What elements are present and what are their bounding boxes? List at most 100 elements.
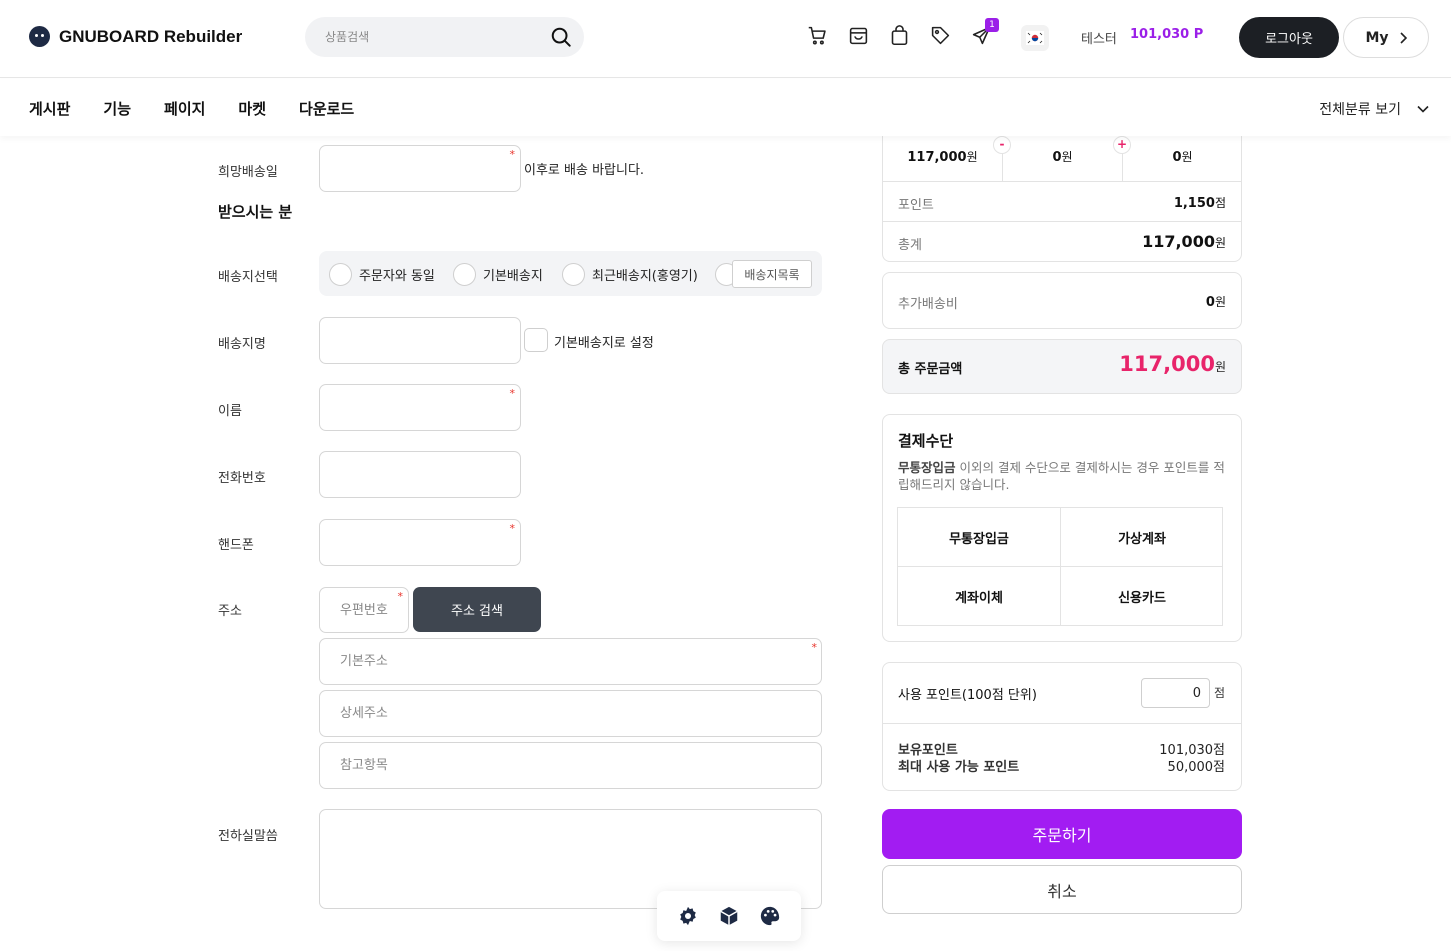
- my-button[interactable]: My: [1343, 17, 1429, 58]
- summary-col-discount: 0원: [1003, 136, 1122, 181]
- box-icon[interactable]: [847, 24, 870, 47]
- mobile-input[interactable]: [320, 520, 520, 565]
- address-label: 주소: [218, 604, 242, 619]
- order-total-label: 총 주문금액: [898, 362, 963, 377]
- won-unit: 원: [1061, 150, 1073, 164]
- extra-shipping-label: 추가배송비: [898, 297, 958, 312]
- won-unit: 원: [1181, 150, 1193, 164]
- summary-price-value: 117,000: [907, 150, 967, 165]
- payment-bank-deposit[interactable]: 무통장입금: [898, 508, 1060, 567]
- delivery-date-label: 희망배송일: [218, 165, 278, 180]
- plus-icon: +: [1113, 136, 1131, 154]
- nav-item-features[interactable]: 기능: [103, 98, 131, 119]
- radio-recent-address[interactable]: 최근배송지(홍영기): [562, 263, 698, 286]
- palette-icon[interactable]: [759, 905, 781, 927]
- logo[interactable]: GNUBOARD Rebuilder: [29, 26, 242, 47]
- main-nav: 게시판 기능 페이지 마켓 다운로드 전체분류 보기: [0, 79, 1451, 136]
- phone-field[interactable]: [319, 451, 521, 498]
- order-total-card: 총 주문금액 117,000원: [882, 339, 1242, 394]
- required-mark: *: [509, 387, 516, 400]
- logout-button[interactable]: 로그아웃: [1239, 17, 1339, 58]
- flag-icon[interactable]: [1021, 25, 1049, 51]
- name-field[interactable]: *: [319, 384, 521, 431]
- address-list-button[interactable]: 배송지목록: [732, 260, 812, 288]
- payment-credit-card[interactable]: 신용카드: [1061, 567, 1223, 626]
- nav-item-board[interactable]: 게시판: [29, 98, 70, 119]
- points-label: 포인트: [898, 198, 934, 213]
- tag-icon[interactable]: [929, 24, 952, 47]
- zip-input[interactable]: [320, 588, 408, 632]
- order-total-value: 117,000: [1119, 352, 1215, 376]
- phone-label: 전화번호: [218, 471, 266, 486]
- all-categories-label: 전체분류 보기: [1319, 102, 1401, 118]
- address-detail-field[interactable]: [319, 690, 822, 737]
- chevron-down-icon: [1417, 105, 1429, 113]
- radio-same-as-orderer[interactable]: 주문자와 동일: [329, 263, 435, 286]
- cube-icon[interactable]: [718, 905, 740, 927]
- total-value: 117,000: [1142, 232, 1215, 251]
- address-search-button[interactable]: 주소 검색: [413, 587, 541, 632]
- summary-col-shipping: 0원: [1123, 136, 1242, 181]
- site-header: GNUBOARD Rebuilder 1 테스터 101,030 P 로그아웃 …: [0, 0, 1451, 78]
- cart-icon[interactable]: [806, 24, 829, 47]
- delivery-date-input[interactable]: [320, 146, 520, 191]
- max-points-value: 50,000점: [1167, 760, 1225, 775]
- phone-input[interactable]: [320, 452, 520, 497]
- required-mark: *: [811, 641, 818, 654]
- notification-badge: 1: [985, 18, 999, 32]
- gear-icon[interactable]: [677, 905, 699, 927]
- use-points-unit: 점: [1214, 686, 1226, 700]
- nav-item-download[interactable]: 다운로드: [299, 98, 354, 119]
- floating-toolbar: [657, 891, 801, 941]
- shopping-bag-icon[interactable]: [888, 24, 911, 47]
- use-points-input[interactable]: [1141, 678, 1210, 708]
- order-button[interactable]: 주문하기: [882, 809, 1242, 859]
- logo-text: GNUBOARD Rebuilder: [59, 26, 243, 46]
- address-basic-field[interactable]: *: [319, 638, 822, 685]
- nav-item-market[interactable]: 마켓: [238, 98, 266, 119]
- divider: [898, 566, 1222, 567]
- chevron-right-icon: [1399, 31, 1407, 44]
- payment-account-transfer[interactable]: 계좌이체: [898, 567, 1060, 626]
- radio-default-address[interactable]: 기본배송지: [453, 263, 543, 286]
- max-points-label: 최대 사용 가능 포인트: [898, 760, 1020, 775]
- radio-circle[interactable]: [453, 263, 476, 286]
- send-icon[interactable]: 1: [970, 18, 999, 47]
- payment-virtual-account[interactable]: 가상계좌: [1061, 508, 1223, 567]
- address-name-input[interactable]: [320, 318, 520, 363]
- korea-flag-icon: [1026, 31, 1044, 45]
- minus-icon: -: [993, 136, 1011, 154]
- payment-title: 결제수단: [898, 432, 954, 450]
- radio-label: 기본배송지: [483, 269, 543, 284]
- search-icon[interactable]: [550, 26, 572, 48]
- address-ref-field[interactable]: [319, 742, 822, 789]
- address-detail-input[interactable]: [320, 691, 821, 736]
- cancel-button[interactable]: 취소: [882, 865, 1242, 914]
- address-select-label: 배송지선택: [218, 270, 278, 285]
- address-name-label: 배송지명: [218, 337, 266, 352]
- price-summary-top: 117,000 원 0원 0원 - +: [882, 136, 1242, 181]
- address-basic-input[interactable]: [320, 639, 821, 684]
- radio-circle[interactable]: [329, 263, 352, 286]
- extra-shipping-card: 추가배송비 0원: [882, 272, 1242, 329]
- points-row: 포인트 1,150점: [882, 181, 1242, 221]
- nav-items: 게시판 기능 페이지 마켓 다운로드: [29, 98, 354, 119]
- search-input[interactable]: [305, 17, 525, 57]
- extra-shipping-value: 0: [1205, 295, 1215, 310]
- address-name-field[interactable]: [319, 317, 521, 364]
- radio-circle[interactable]: [562, 263, 585, 286]
- name-input[interactable]: [320, 385, 520, 430]
- mobile-field[interactable]: *: [319, 519, 521, 566]
- address-ref-input[interactable]: [320, 743, 821, 788]
- nav-item-pages[interactable]: 페이지: [164, 98, 205, 119]
- default-address-checkbox[interactable]: [524, 328, 548, 352]
- all-categories-toggle[interactable]: 전체분류 보기: [1319, 99, 1429, 119]
- total-label: 총계: [898, 238, 922, 253]
- payment-method-grid: 무통장입금 가상계좌 계좌이체 신용카드: [897, 507, 1223, 626]
- zip-field[interactable]: *: [319, 587, 409, 633]
- search-box: [305, 17, 584, 57]
- won-unit: 원: [1214, 236, 1226, 250]
- address-radio-group: 주문자와 동일 기본배송지 최근배송지(홍영기) 배송지목록: [319, 251, 822, 296]
- delivery-date-field[interactable]: *: [319, 145, 521, 192]
- default-address-label: 기본배송지로 설정: [554, 336, 654, 351]
